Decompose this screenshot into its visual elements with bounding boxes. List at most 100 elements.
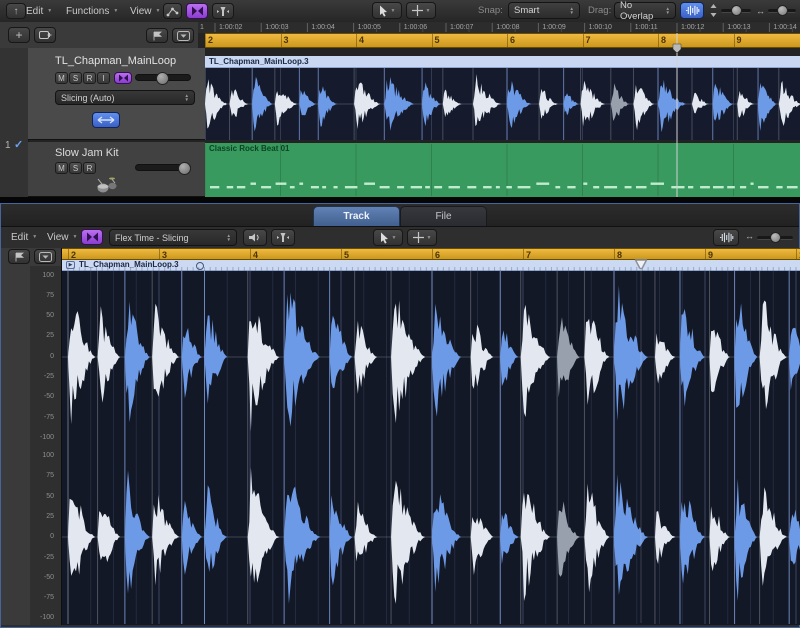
bar-line [614,249,615,259]
editor-catch-button[interactable] [271,229,295,246]
waveform-editor-canvas[interactable] [62,271,800,625]
solo-button[interactable]: S [69,72,82,84]
tab-file[interactable]: File [400,206,487,226]
track-number: 1 [5,140,11,151]
menu-view[interactable]: View▼ [130,3,160,19]
collapse-button[interactable] [172,28,194,43]
chevron-down-icon: ▼ [427,235,432,241]
tab-track[interactable]: Track [313,206,400,226]
flex-time-popup[interactable]: Flex Time - Slicing [109,229,237,246]
editor-flag-button[interactable] [8,249,30,264]
tracks-toolbar: ↑ Edit▼ Functions▼ View▼ ▼ ▼ Snap: [0,0,800,23]
audio-region-body-1[interactable] [205,68,800,140]
mute-button[interactable]: M [55,72,68,84]
editor-crosshair-tool[interactable]: ▼ [407,229,437,246]
stepper-icon [570,7,574,15]
record-button[interactable]: R [83,72,96,84]
waveform-icon [719,232,734,243]
editor-flex-button[interactable] [81,229,103,245]
bar-number: 4 [253,250,258,260]
bar-number: 2 [208,35,213,45]
editor-collapse-button[interactable] [34,249,56,264]
bar-number: 3 [284,35,289,45]
horizontal-zoom-slider[interactable] [768,9,796,13]
mute-button[interactable]: M [55,162,68,174]
snap-popup[interactable]: Smart [508,2,580,19]
flag-button[interactable] [146,28,168,43]
editor-menu-edit[interactable]: Edit▼ [11,229,37,245]
drag-popup[interactable]: No Overlap [614,2,676,19]
track-header-2[interactable]: Slow Jam Kit M S R [28,142,205,197]
bar-number: 9 [708,250,713,260]
crosshair-tool-button[interactable]: ▼ [406,2,436,19]
input-monitor-button[interactable]: I [97,72,110,84]
volume-slider[interactable] [135,74,191,81]
cycle-ruler-editor[interactable]: 2345678910 [62,248,800,260]
region-name: TL_Chapman_MainLoop.3 [209,57,309,66]
editor-flex-view-toggle[interactable] [713,229,739,246]
crosshair-icon [412,5,423,16]
track-enable-checkmark-icon[interactable]: ✓ [14,138,23,151]
bar-number: 8 [617,250,622,260]
waveform-icon [685,5,700,16]
region-play-icon[interactable] [66,261,75,269]
flex-bowtie-icon [118,74,129,82]
volume-knob[interactable] [178,162,191,175]
volume-slider[interactable] [135,164,191,171]
snap-label: Snap: [478,5,503,16]
volume-knob[interactable] [156,72,169,85]
stepper-icon [666,7,670,15]
flag-icon [152,31,163,41]
pointer-tool-button[interactable]: ▼ [372,2,402,19]
bar-line [341,249,342,259]
bar-number: 4 [359,35,364,45]
editor-zoom-slider[interactable] [757,236,793,240]
drum-kit-icon [94,176,120,194]
flex-bowtie-icon [191,6,204,16]
bar-line [356,34,357,47]
menu-functions[interactable]: Functions▼ [66,3,118,19]
chevron-down-icon: ▼ [32,234,37,240]
prelisten-button[interactable] [243,229,267,246]
track-number-gutter: 1 ✓ 2 ★ [0,48,29,197]
chevron-down-icon: ▼ [392,235,397,241]
slider-knob[interactable] [770,232,781,243]
loop-circle-icon[interactable] [196,262,204,270]
track-header-1[interactable]: TL_Chapman_MainLoop M S R I Slicing (Aut… [28,48,205,140]
duplicate-track-button[interactable] [34,27,56,43]
chevron-down-icon: ▼ [156,8,161,14]
collapse-arrow-icon [177,31,190,41]
track-name[interactable]: TL_Chapman_MainLoop [55,55,176,67]
back-button[interactable]: ↑ [6,3,26,19]
cycle-ruler-top[interactable]: 23456789 [205,33,800,48]
slider-knob[interactable] [777,5,788,16]
region-header-1[interactable]: TL_Chapman_MainLoop.3 [205,56,800,68]
track-flex-badge[interactable] [114,72,132,84]
bar-line [205,34,206,47]
track-name[interactable]: Slow Jam Kit [55,147,119,159]
funnel-icon [276,232,290,243]
automation-button[interactable] [163,3,182,19]
menu-edit[interactable]: Edit▼ [26,3,52,19]
add-track-button[interactable]: + [8,27,30,43]
editor-region-header[interactable]: TL_Chapman_MainLoop.3 [62,260,800,271]
bar-number: 5 [344,250,349,260]
vertical-zoom-slider[interactable] [721,9,751,13]
slider-knob[interactable] [731,5,742,16]
bar-number: 7 [526,250,531,260]
editor-menu-view[interactable]: View▼ [47,229,77,245]
automation-icon [166,6,179,17]
catch-button[interactable] [212,3,234,19]
flex-button[interactable] [186,3,208,19]
editor-region-name: TL_Chapman_MainLoop.3 [79,260,179,269]
record-button[interactable]: R [83,162,96,174]
track-icon-audio[interactable] [92,112,120,128]
time-ruler[interactable] [198,22,800,33]
editor-pointer-tool[interactable]: ▼ [373,229,403,246]
flex-mode-popup[interactable]: Slicing (Auto) [55,90,195,105]
flex-view-toggle[interactable] [680,2,704,19]
bar-number: 6 [435,250,440,260]
solo-button[interactable]: S [69,162,82,174]
midi-region-body[interactable]: Classic Rock Beat 01 [205,143,800,197]
menu-edit-label: Edit [26,6,43,17]
